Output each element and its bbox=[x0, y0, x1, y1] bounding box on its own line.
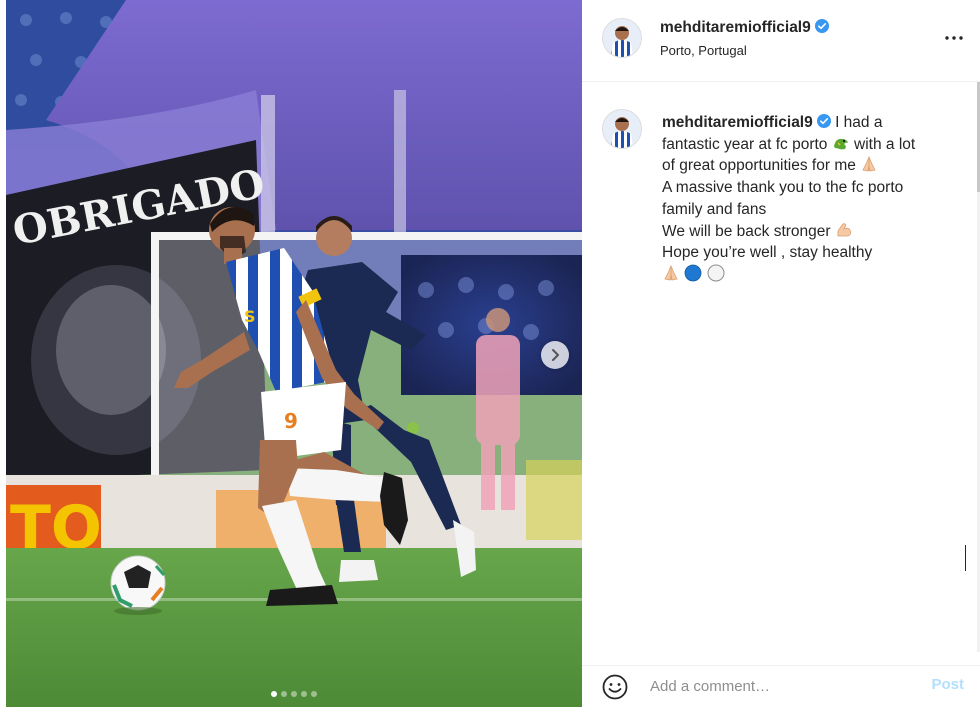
post-location[interactable]: Porto, Portugal bbox=[660, 43, 747, 58]
caption-username[interactable]: mehditaremiofficial9 bbox=[662, 114, 813, 131]
carousel-next-button[interactable] bbox=[541, 341, 569, 369]
caption-line: I had a bbox=[835, 114, 883, 131]
carousel-dot bbox=[271, 691, 277, 697]
verified-badge-icon bbox=[814, 19, 829, 33]
avatar-image bbox=[603, 110, 641, 148]
carousel-dot bbox=[291, 691, 297, 697]
post-header: mehditaremiofficial9 Porto, Portugal bbox=[582, 0, 980, 82]
carousel-dot bbox=[301, 691, 307, 697]
avatar-image bbox=[603, 19, 641, 57]
emoji-picker-icon[interactable] bbox=[602, 674, 628, 700]
svg-text:9: 9 bbox=[284, 409, 298, 433]
dragon-emoji-icon bbox=[833, 138, 848, 150]
football bbox=[110, 555, 166, 611]
more-options-button[interactable] bbox=[942, 26, 966, 50]
caption-line: with a lot bbox=[854, 135, 916, 153]
caption-line: We will be back stronger bbox=[662, 222, 831, 240]
caption-line: A massive thank you to the fc porto bbox=[662, 179, 904, 197]
post-comment-button[interactable]: Post bbox=[931, 676, 964, 693]
blue-circle-emoji-icon bbox=[684, 264, 702, 282]
caption-line: Hope you’re well , stay healthy bbox=[662, 244, 873, 262]
caption-text: mehditaremiofficial9 I had a fantastic y… bbox=[662, 112, 952, 286]
white-circle-emoji-icon bbox=[707, 264, 725, 282]
comment-bar: Post bbox=[582, 665, 980, 708]
text-cursor bbox=[965, 545, 966, 571]
header-username-text: mehditaremiofficial9 bbox=[660, 19, 811, 36]
avatar[interactable] bbox=[602, 18, 642, 58]
praying-hands-emoji-icon bbox=[664, 264, 678, 281]
carousel-dot bbox=[311, 691, 317, 697]
avatar[interactable] bbox=[602, 109, 642, 149]
match-photo: OBRIGADO TO S 9 bbox=[6, 0, 582, 707]
post-media[interactable]: OBRIGADO TO S 9 bbox=[6, 0, 582, 707]
ellipsis-icon bbox=[945, 36, 963, 40]
caption-line: family and fans bbox=[662, 200, 767, 218]
post-side-panel: mehditaremiofficial9 Porto, Portugal meh… bbox=[582, 0, 980, 707]
header-username[interactable]: mehditaremiofficial9 bbox=[660, 19, 829, 37]
comment-input[interactable] bbox=[650, 676, 910, 696]
caption-line: of great opportunities for me bbox=[662, 157, 856, 175]
carousel-indicator bbox=[6, 691, 582, 697]
praying-hands-emoji-icon bbox=[862, 156, 876, 172]
svg-text:S: S bbox=[244, 307, 256, 326]
carousel-dot bbox=[281, 691, 287, 697]
chevron-right-icon bbox=[552, 349, 559, 361]
verified-badge-icon bbox=[816, 114, 831, 128]
caption-line: fantastic year at fc porto bbox=[662, 135, 828, 153]
flexed-biceps-emoji-icon bbox=[837, 222, 851, 236]
